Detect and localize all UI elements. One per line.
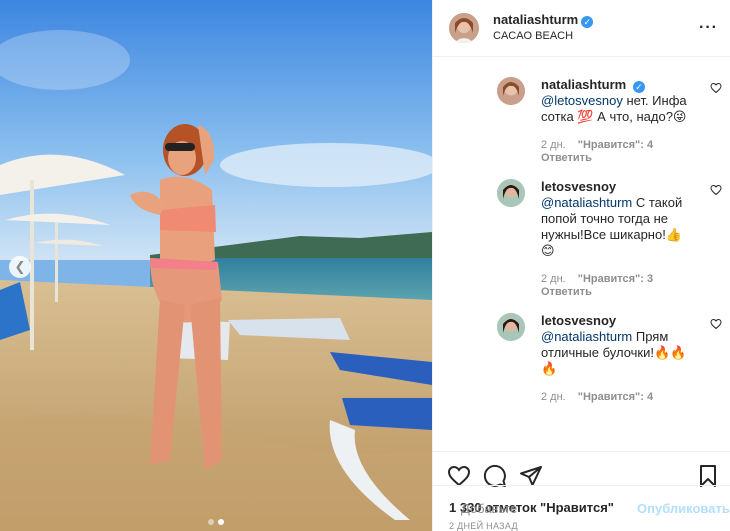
chevron-left-icon: ❮ <box>14 259 26 274</box>
comment-mention[interactable]: @nataliashturm <box>541 195 632 210</box>
comment-icon[interactable] <box>483 464 507 488</box>
comment-likes[interactable]: "Нравится": 4 <box>578 391 653 403</box>
reply-button[interactable]: Ответить <box>541 286 592 298</box>
more-options-icon[interactable]: ··· <box>699 19 718 37</box>
carousel-dot <box>208 519 214 525</box>
comments-list: nataliashturm ✓ @letosvesnoy нет. Инфа с… <box>433 57 730 451</box>
author-avatar[interactable] <box>449 13 479 43</box>
reply-button[interactable]: Ответить <box>541 152 592 164</box>
comment-username[interactable]: letosvesnoy <box>541 179 616 194</box>
comment-input[interactable] <box>461 501 637 516</box>
publish-button[interactable]: Опубликовать <box>637 501 730 516</box>
comment-time[interactable]: 2 дн. <box>541 273 566 285</box>
instagram-post: ❮ nataliashturm ✓ CACAO BEACH ··· natali… <box>0 0 730 531</box>
comment-body: letosvesnoy @nataliashturm С такой попой… <box>541 179 694 299</box>
author-info: nataliashturm ✓ CACAO BEACH <box>493 11 699 45</box>
comment-mention[interactable]: @letosvesnoy <box>541 93 623 108</box>
carousel-dot-active <box>218 519 224 525</box>
verified-badge-icon: ✓ <box>581 16 594 28</box>
heart-icon[interactable] <box>447 464 471 488</box>
share-icon[interactable] <box>519 464 543 488</box>
comment-item: nataliashturm ✓ @letosvesnoy нет. Инфа с… <box>433 77 730 165</box>
heart-icon[interactable] <box>710 318 722 330</box>
post-photo[interactable]: ❮ <box>0 0 432 531</box>
comment-likes[interactable]: "Нравится": 4 <box>578 139 653 151</box>
comment-username[interactable]: nataliashturm <box>541 77 626 92</box>
comment-body: nataliashturm ✓ @letosvesnoy нет. Инфа с… <box>541 77 694 165</box>
comment-avatar[interactable] <box>497 77 525 105</box>
comment-avatar[interactable] <box>497 179 525 207</box>
comment-likes[interactable]: "Нравится": 3 <box>578 273 653 285</box>
comment-time[interactable]: 2 дн. <box>541 139 566 151</box>
comment-item: letosvesnoy @nataliashturm С такой попой… <box>433 179 730 299</box>
verified-badge-icon: ✓ <box>632 81 645 93</box>
author-username[interactable]: nataliashturm <box>493 12 578 27</box>
comment-mention[interactable]: @nataliashturm <box>541 329 632 344</box>
carousel-dots <box>0 519 432 525</box>
heart-icon[interactable] <box>710 82 722 94</box>
heart-icon[interactable] <box>710 184 722 196</box>
comment-item: letosvesnoy @nataliashturm Прям отличные… <box>433 313 730 404</box>
add-comment-bar: Опубликовать <box>433 485 730 531</box>
carousel-prev-button[interactable]: ❮ <box>9 256 31 278</box>
comment-meta: 2 дн. "Нравится": 4 Ответить <box>541 139 694 165</box>
beach-photo-illustration <box>0 0 432 531</box>
comment-time[interactable]: 2 дн. <box>541 391 566 403</box>
comment-body: letosvesnoy @nataliashturm Прям отличные… <box>541 313 694 404</box>
comment-meta: 2 дн. "Нравится": 4 <box>541 391 694 404</box>
comment-avatar[interactable] <box>497 313 525 341</box>
comment-meta: 2 дн. "Нравится": 3 Ответить <box>541 273 694 299</box>
comment-username[interactable]: letosvesnoy <box>541 313 616 328</box>
post-header: nataliashturm ✓ CACAO BEACH ··· <box>433 0 730 57</box>
post-location[interactable]: CACAO BEACH <box>493 28 699 45</box>
post-side-panel: nataliashturm ✓ CACAO BEACH ··· nataliash… <box>432 0 730 531</box>
bookmark-icon[interactable] <box>696 464 720 488</box>
